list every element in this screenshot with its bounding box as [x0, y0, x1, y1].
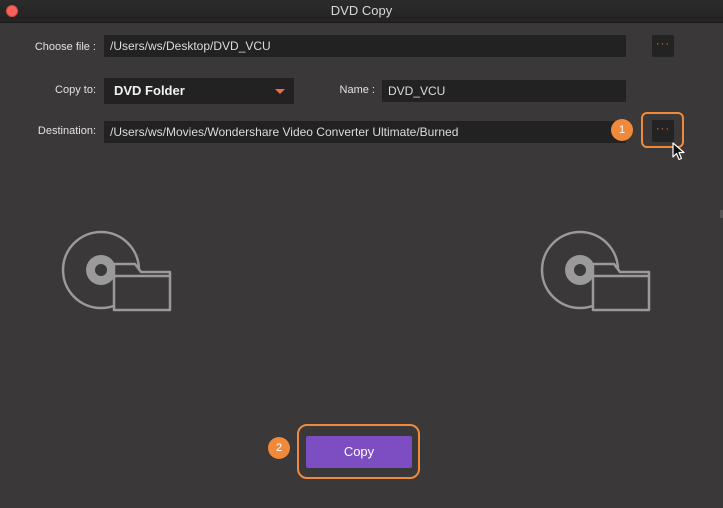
name-field[interactable]: DVD_VCU — [382, 80, 626, 102]
dvd-copy-window: DVD Copy Choose file : /Users/ws/Desktop… — [0, 0, 723, 508]
source-disc-folder-icon — [61, 230, 172, 312]
target-disc-folder-icon — [540, 230, 651, 312]
name-label: Name : — [339, 84, 375, 96]
mouse-pointer-icon — [672, 142, 685, 161]
choose-file-browse-button[interactable]: ··· — [652, 35, 674, 57]
copy-to-select[interactable]: DVD Folder — [104, 78, 294, 104]
destination-field[interactable]: /Users/ws/Movies/Wondershare Video Conve… — [104, 121, 626, 143]
window-title: DVD Copy — [330, 3, 393, 18]
destination-label: Destination: — [37, 125, 96, 137]
step-1-badge: 1 — [611, 119, 633, 141]
title-bar: DVD Copy — [0, 0, 723, 23]
copy-to-selected-value: DVD Folder — [114, 83, 185, 98]
copy-button[interactable]: Copy — [306, 436, 412, 468]
copy-to-label: Copy to: — [55, 84, 96, 96]
step-2-badge: 2 — [268, 437, 290, 459]
caret-down-icon — [275, 89, 285, 94]
choose-file-label: Choose file : — [34, 41, 96, 53]
choose-file-field[interactable]: /Users/ws/Desktop/DVD_VCU — [104, 35, 626, 57]
destination-browse-button[interactable]: ··· — [652, 120, 674, 142]
